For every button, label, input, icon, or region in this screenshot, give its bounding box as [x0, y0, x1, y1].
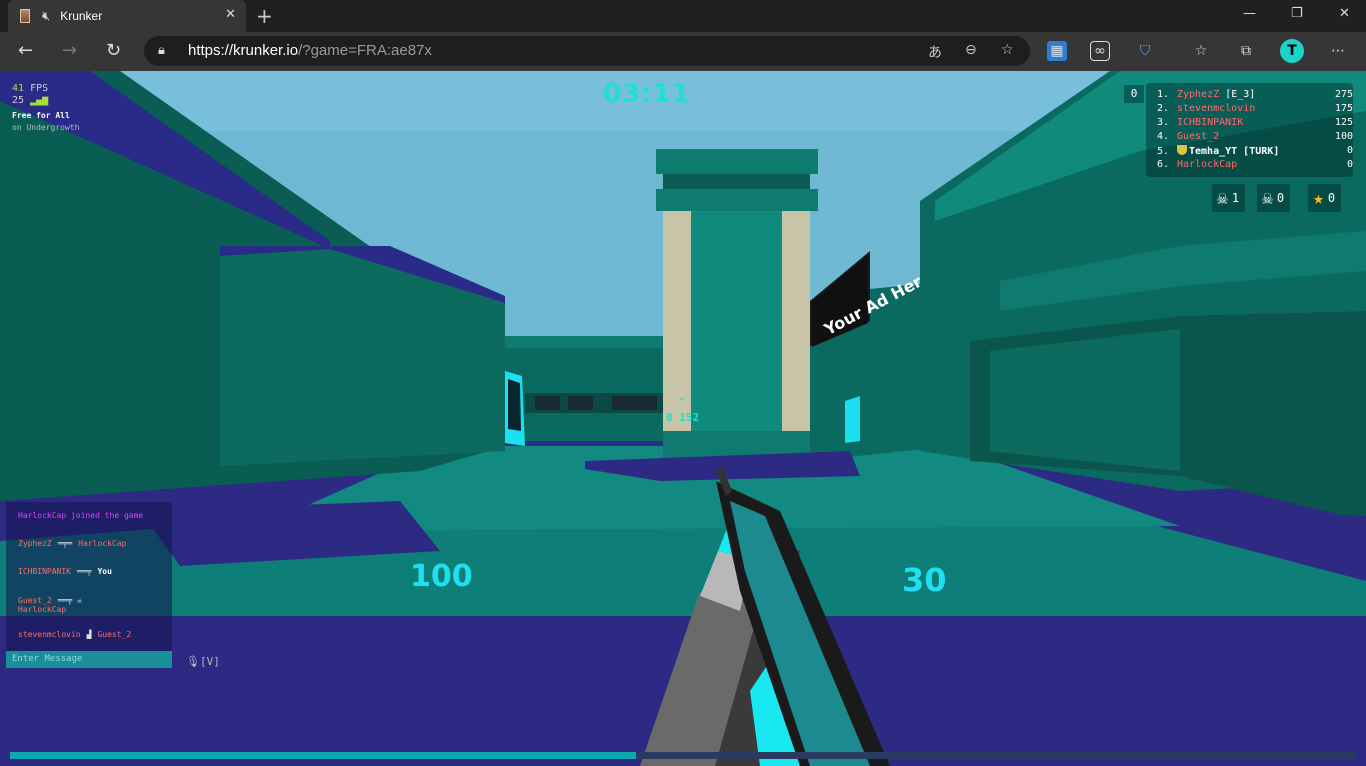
close-window-icon[interactable]: ✕: [1339, 6, 1350, 21]
url-host: https://krunker.io: [188, 42, 299, 59]
extension-shield-icon[interactable]: ⛉: [1135, 41, 1155, 61]
kill-feed-item: ICHBINPANIK ══╤ You: [18, 567, 112, 576]
reload-icon[interactable]: ↻: [106, 40, 121, 61]
xp-progress-fill: [10, 752, 636, 759]
lock-icon[interactable]: 🔒︎: [158, 43, 165, 58]
leaderboard-row: 3. ICHBINPANIK 125: [1157, 117, 1353, 128]
deaths-counter: ☠ 0: [1257, 184, 1291, 212]
chat-feed: HarlockCap joined the game ZyphezZ ═╤═ Har…: [6, 502, 172, 654]
leaderboard-row-self: 5. Temha_YT [TURK] 0: [1157, 145, 1353, 157]
crosshair: ^ 0 152: [666, 397, 700, 424]
url-path: /?game=FRA:ae87x: [298, 42, 432, 59]
crosshair-readout: 0 152: [666, 411, 700, 424]
fist-icon: ▟: [86, 630, 92, 639]
health-value: 100: [410, 559, 473, 594]
browser-chrome: 🔇︎ Krunker ✕ + — ❐ ✕ ← → ↻ 🔒︎ https://kr…: [0, 0, 1366, 71]
favorites-icon[interactable]: ☆: [1191, 41, 1211, 61]
close-tab-icon[interactable]: ✕: [225, 7, 236, 22]
back-icon[interactable]: ←: [18, 40, 33, 61]
streak-counter: ★ 0: [1308, 184, 1342, 212]
kill-feed-item: ZyphezZ ═╤═ HarlockCap: [18, 539, 127, 548]
chat-input[interactable]: Enter Message: [6, 651, 172, 668]
collections-icon[interactable]: ⧉: [1236, 41, 1256, 61]
game-canvas[interactable]: Your Ad Here 41 FPS 25 ▂▄▆ Free for All …: [0, 71, 1366, 766]
kills-counter: ☠ 1: [1212, 184, 1246, 212]
match-timer: 03:11: [603, 79, 691, 109]
skull-red-icon: ☠: [1217, 187, 1228, 209]
minimize-icon[interactable]: —: [1243, 6, 1256, 21]
ping-value: 25: [12, 95, 25, 106]
shield-icon: [1177, 145, 1187, 155]
leaderboard-row: 1. ZyphezZ [E_3] 275: [1157, 89, 1353, 100]
fps-label: FPS: [30, 83, 49, 94]
more-menu-icon[interactable]: ⋯: [1328, 41, 1348, 61]
leaderboard-row: 4. Guest_2 100: [1157, 131, 1353, 142]
restore-icon[interactable]: ❐: [1291, 6, 1303, 21]
fps-value: 41: [12, 83, 25, 94]
xp-progress-bar: [10, 752, 1356, 759]
address-bar[interactable]: 🔒︎ https://krunker.io/?game=FRA:ae87x あ …: [144, 36, 1030, 66]
tab-krunker[interactable]: 🔇︎ Krunker ✕: [8, 0, 246, 32]
zoom-out-icon[interactable]: ⊖: [965, 42, 977, 58]
kill-feed-item: stevenmclovin ▟ Guest_2: [18, 630, 132, 639]
crosshair-chevron-icon: ^: [679, 397, 686, 408]
ammo-value: 30: [902, 561, 947, 599]
extension-mask-icon[interactable]: ∞: [1090, 41, 1110, 61]
game-mode: Free for All: [12, 111, 70, 120]
performance-stats: 41 FPS 25 ▂▄▆ Free for All on Undergrowt…: [12, 83, 79, 134]
my-score: 0: [1124, 85, 1144, 103]
sniper-icon: ══╤ ☠: [57, 596, 82, 605]
extension-badge-icon[interactable]: ▦: [1047, 41, 1067, 61]
leaderboard-row: 6. HarlockCap 0: [1157, 159, 1353, 170]
microphone-icon: 🎙︎: [186, 655, 200, 668]
signal-bars-icon: ▂▄▆: [30, 95, 49, 106]
skulls-icon: ☠: [1262, 187, 1273, 209]
leaderboard-row: 2. stevenmclovin 175: [1157, 103, 1353, 114]
read-aloud-icon[interactable]: あ: [928, 42, 942, 62]
profile-avatar[interactable]: T: [1280, 39, 1304, 63]
star-icon: ★: [1313, 187, 1324, 209]
krunker-favicon-icon: [20, 9, 30, 23]
forward-icon[interactable]: →: [62, 40, 77, 61]
sniper-icon: ══╤: [76, 567, 92, 576]
address-row: ← → ↻ 🔒︎ https://krunker.io/?game=FRA:ae…: [0, 32, 1366, 71]
url-text: https://krunker.io/?game=FRA:ae87x: [188, 42, 432, 59]
muted-speaker-icon[interactable]: 🔇︎: [42, 9, 50, 24]
new-tab-icon[interactable]: +: [256, 4, 273, 28]
map-name: on Undergrowth: [12, 123, 80, 132]
tab-title: Krunker: [60, 9, 103, 23]
kill-feed-item: Guest_2 ══╤ ☠ HarlockCap: [18, 596, 82, 614]
rifle-icon: ═╤═: [57, 539, 73, 548]
chat-join-message: HarlockCap joined the game: [18, 511, 144, 520]
voice-chat[interactable]: 🎙︎[V]: [186, 655, 220, 668]
tab-bar: 🔇︎ Krunker ✕ + — ❐ ✕: [0, 0, 1366, 32]
leaderboard: 1. ZyphezZ [E_3] 275 2. stevenmclovin 175 3.…: [1146, 83, 1353, 177]
add-favorite-icon[interactable]: ☆: [1001, 42, 1014, 58]
